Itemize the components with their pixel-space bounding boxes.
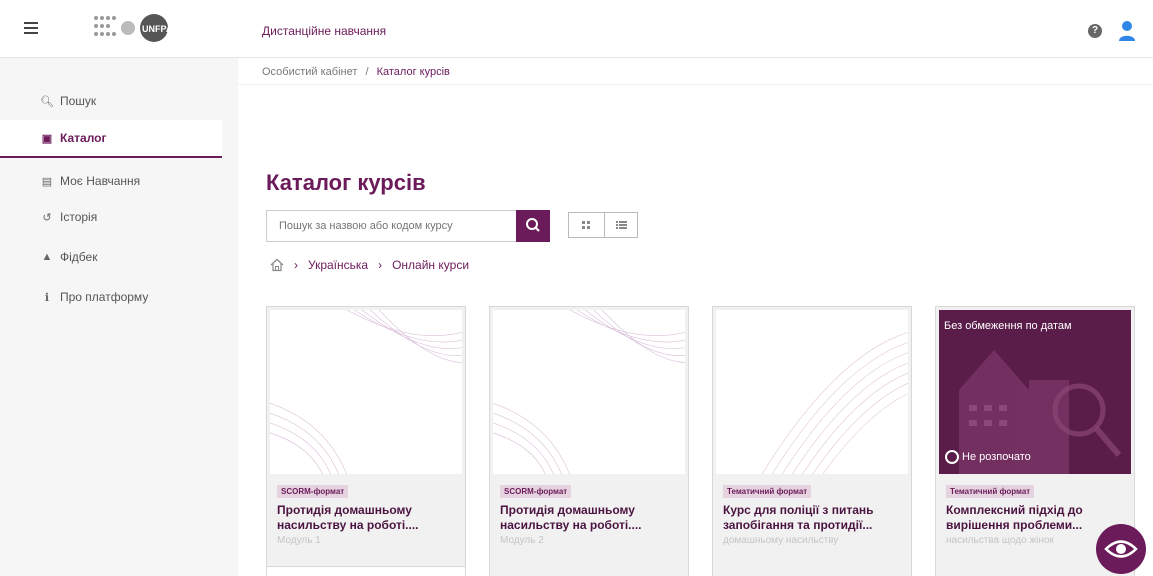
course-title: Протидія домашньому насильству на роботі…	[500, 503, 642, 532]
breadcrumb-separator: /	[365, 66, 369, 78]
course-format-badge: SCORM-формат	[500, 485, 572, 498]
sidebar-item-search[interactable]: 🔍︎ Пошук	[0, 82, 222, 120]
sidebar-item-label: Пошук	[60, 94, 97, 108]
course-subtitle: Модуль 1	[277, 535, 321, 546]
learning-icon: ▤	[41, 175, 53, 188]
sidebar-item-about[interactable]: ℹ Про платформу	[0, 278, 222, 316]
sidebar-item-label: Про платформу	[60, 290, 149, 304]
sidebar-item-label: Моє Навчання	[60, 174, 141, 188]
home-icon[interactable]	[270, 258, 284, 272]
catalog-icon: ▣	[41, 132, 53, 145]
thumbs-up-icon: ▲	[41, 251, 53, 263]
list-icon	[616, 221, 627, 229]
chevron-right-icon: ›	[378, 258, 383, 272]
course-card[interactable]: SCORM-формат Протидія домашньому насильс…	[489, 306, 689, 576]
course-date-label: Без обмеження по датам	[944, 320, 1072, 332]
search-icon: 🔍︎	[40, 95, 54, 108]
search-button[interactable]	[516, 210, 550, 242]
course-status-label: Не розпочато	[962, 451, 1031, 463]
course-subtitle: Модуль 2	[500, 535, 544, 546]
sidebar-item-history[interactable]: ↺ Історія	[0, 198, 222, 236]
course-image	[493, 310, 685, 474]
catalog-path: › Українська › Онлайн курси	[270, 258, 469, 272]
course-image: Без обмеження по датам Не розпочато	[939, 310, 1131, 474]
course-status: Не розпочато	[945, 450, 1031, 464]
course-title: Протидія домашньому насильству на роботі…	[277, 503, 419, 532]
eye-icon	[1104, 540, 1138, 558]
sidebar-item-label: Каталог	[60, 131, 107, 145]
sidebar-item-label: Фідбек	[60, 250, 98, 264]
breadcrumb: Особистий кабінет / Каталог курсів	[262, 66, 450, 78]
course-format-badge: Тематичний формат	[946, 485, 1035, 498]
unfpa-logo[interactable]: UNFPA	[92, 14, 170, 46]
history-icon: ↺	[42, 211, 52, 224]
menu-icon[interactable]	[24, 22, 38, 34]
path-link-online-courses[interactable]: Онлайн курси	[392, 258, 469, 272]
search-icon	[526, 218, 540, 232]
course-format-badge: Тематичний формат	[723, 485, 812, 498]
course-image	[716, 310, 908, 474]
sidebar-item-label: Історія	[60, 210, 98, 224]
breadcrumb-current: Каталог курсів	[376, 66, 450, 78]
sidebar-item-feedback[interactable]: ▲ Фідбек	[0, 238, 222, 276]
grid-icon	[582, 221, 590, 229]
divider	[238, 84, 1153, 85]
path-link-ukrainian[interactable]: Українська	[308, 258, 368, 272]
course-subtitle: домашньому насильству	[723, 535, 839, 546]
help-icon[interactable]: ?	[1088, 24, 1102, 38]
course-title: Курс для поліції з питань запобігання та…	[723, 503, 874, 532]
sidebar-item-my-learning[interactable]: ▤ Моє Навчання	[0, 162, 222, 200]
list-view-button[interactable]	[604, 212, 638, 238]
app-title: Дистанційне навчання	[262, 24, 387, 38]
breadcrumb-home-link[interactable]: Особистий кабінет	[262, 66, 357, 78]
course-card[interactable]: SCORM-формат Протидія домашньому насильс…	[266, 306, 466, 576]
page-title: Каталог курсів	[266, 170, 426, 195]
chevron-right-icon: ›	[294, 258, 298, 272]
accessibility-button[interactable]	[1096, 524, 1146, 574]
user-avatar-icon[interactable]	[1118, 20, 1136, 42]
grid-view-button[interactable]	[568, 212, 604, 238]
top-bar: UNFPA Дистанційне навчання ?	[0, 0, 1153, 58]
progress-ring-icon	[945, 450, 959, 464]
sidebar-item-catalog[interactable]: ▣ Каталог	[0, 120, 222, 158]
course-title: Комплексний підхід до вирішення проблеми…	[946, 503, 1083, 532]
info-icon: ℹ	[44, 291, 50, 304]
search-input[interactable]	[266, 210, 516, 242]
logo-text: UNFPA	[142, 24, 170, 34]
course-image	[270, 310, 462, 474]
sidebar: 🔍︎ Пошук ▣ Каталог ▤ Моє Навчання ↺ Істо…	[0, 58, 238, 576]
course-card[interactable]	[266, 566, 466, 576]
course-format-badge: SCORM-формат	[277, 485, 349, 498]
course-card[interactable]: Тематичний формат Курс для поліції з пит…	[712, 306, 912, 576]
